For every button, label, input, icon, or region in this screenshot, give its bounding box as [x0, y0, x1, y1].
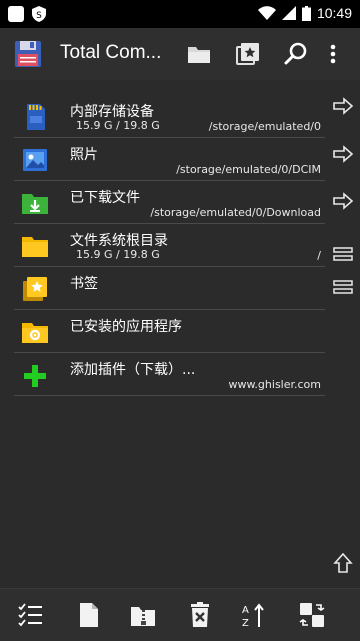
item-path: /storage/emulated/0/Download	[150, 206, 321, 219]
svg-text:S: S	[36, 11, 42, 21]
delete-trash-icon[interactable]	[187, 602, 213, 628]
plus-icon	[24, 365, 46, 387]
item-name: 添加插件（下载）...	[70, 362, 196, 378]
list-item-downloads[interactable]: 已下载文件 /storage/emulated/0/Download	[14, 181, 325, 224]
shield-icon: S	[32, 6, 46, 22]
svg-text:A: A	[242, 605, 249, 616]
item-name: 文件系统根目录	[70, 233, 168, 249]
item-name: 已下载文件	[70, 190, 140, 206]
floppy-disk-logo-icon[interactable]	[14, 40, 42, 68]
item-name: 已安装的应用程序	[70, 319, 182, 335]
list-item-installed-apps[interactable]: 已安装的应用程序	[14, 310, 325, 353]
item-path: /storage/emulated/0	[208, 120, 321, 133]
bookmarks-icon[interactable]	[235, 42, 261, 66]
arrow-right-icon[interactable]	[332, 96, 354, 116]
bottom-toolbar: A Z	[0, 588, 360, 641]
item-name: 书签	[70, 276, 98, 292]
item-path: /storage/emulated/0/DCIM	[176, 163, 321, 176]
wifi-icon	[257, 6, 276, 20]
status-bar: S 10:49	[0, 0, 360, 28]
sort-icon[interactable]: A Z	[241, 602, 267, 628]
swap-panels-icon[interactable]	[299, 602, 325, 628]
signal-icon	[281, 6, 296, 20]
notification-icon	[8, 6, 24, 22]
equals-icon[interactable]	[332, 277, 354, 297]
item-size: 15.9 G / 19.8 G	[76, 248, 160, 261]
item-path: /	[317, 249, 321, 262]
sd-card-icon	[27, 104, 45, 130]
item-name: 内部存储设备	[70, 104, 154, 120]
list-item-photos[interactable]: 照片 /storage/emulated/0/DCIM	[14, 138, 325, 181]
search-icon[interactable]	[283, 42, 309, 66]
location-list: 内部存储设备 15.9 G / 19.8 G /storage/emulated…	[0, 95, 325, 396]
folder-icon	[22, 237, 48, 257]
photo-icon	[23, 149, 47, 171]
arrow-up-icon[interactable]	[332, 553, 354, 573]
item-url: www.ghisler.com	[228, 378, 321, 391]
folder-icon[interactable]	[186, 42, 212, 66]
list-item-root[interactable]: 文件系统根目录 15.9 G / 19.8 G /	[14, 224, 325, 267]
apps-folder-icon	[22, 323, 48, 343]
clock: 10:49	[316, 5, 352, 21]
item-size: 15.9 G / 19.8 G	[76, 119, 160, 132]
list-item-add-plugins[interactable]: 添加插件（下载）... www.ghisler.com	[14, 353, 325, 396]
select-checklist-icon[interactable]	[18, 602, 44, 628]
item-name: 照片	[70, 147, 98, 163]
file-icon[interactable]	[76, 602, 102, 628]
list-item-bookmarks[interactable]: 书签	[14, 267, 325, 310]
zip-archive-icon[interactable]	[130, 602, 156, 628]
bookmark-folder-icon	[23, 277, 47, 301]
arrow-right-icon[interactable]	[332, 144, 354, 164]
more-options-icon[interactable]	[328, 42, 338, 66]
app-title: Total Com...	[60, 42, 162, 63]
app-bar: Total Com...	[0, 28, 360, 80]
list-item-internal-storage[interactable]: 内部存储设备 15.9 G / 19.8 G /storage/emulated…	[14, 95, 325, 138]
download-folder-icon	[22, 194, 48, 214]
svg-text:Z: Z	[242, 618, 249, 628]
arrow-right-icon[interactable]	[332, 191, 354, 211]
battery-icon	[301, 5, 311, 21]
equals-icon[interactable]	[332, 244, 354, 264]
